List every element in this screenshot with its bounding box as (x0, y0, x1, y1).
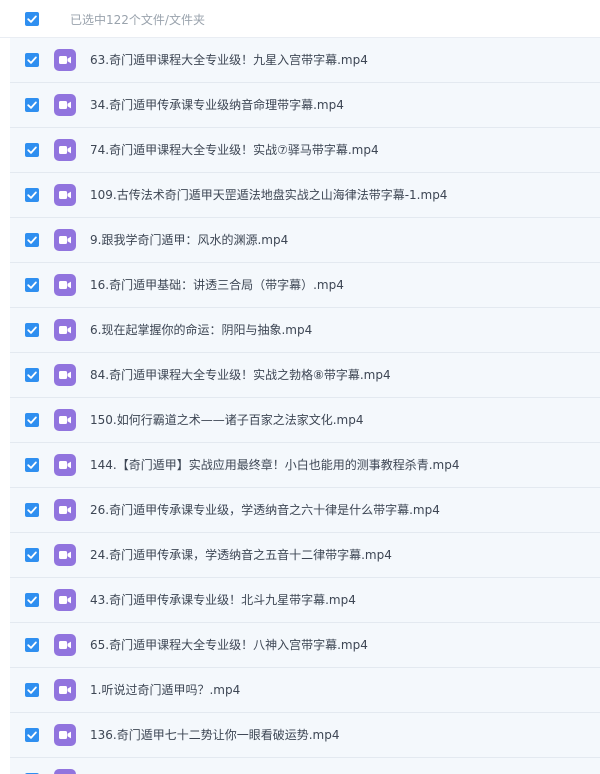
file-row[interactable]: 84.奇门遁甲课程大全专业级！实战之勃格⑧带字幕.mp4 (10, 353, 600, 398)
selection-header: 已选中122个文件/文件夹 (0, 0, 600, 38)
video-file-icon (54, 769, 76, 774)
check-icon (27, 641, 37, 649)
file-row[interactable]: 6.现在起掌握你的命运：阴阳与抽象.mp4 (10, 308, 600, 353)
file-checkbox[interactable] (25, 458, 39, 472)
file-checkbox[interactable] (25, 503, 39, 517)
file-name[interactable]: 34.奇门遁甲传承课专业级纳音命理带字幕.mp4 (90, 98, 344, 112)
video-file-icon (54, 589, 76, 611)
video-file-icon (54, 364, 76, 386)
file-row[interactable]: 43.奇门遁甲传承课专业级！北斗九星带字幕.mp4 (10, 578, 600, 623)
file-row[interactable]: 26.奇门遁甲传承课专业级，学透纳音之六十律是什么带字幕.mp4 (10, 488, 600, 533)
file-checkbox[interactable] (25, 593, 39, 607)
video-file-icon (54, 724, 76, 746)
check-icon (27, 146, 37, 154)
check-icon (27, 101, 37, 109)
check-icon (27, 56, 37, 64)
file-checkbox[interactable] (25, 368, 39, 382)
check-icon (27, 371, 37, 379)
file-row[interactable]: 63.奇门遁甲课程大全专业级！九星入宫带字幕.mp4 (10, 38, 600, 83)
video-file-icon (54, 544, 76, 566)
file-row[interactable]: 136.奇门遁甲七十二势让你一眼看破运势.mp4 (10, 713, 600, 758)
file-row[interactable]: 16.奇门遁甲基础：讲透三合局（带字幕）.mp4 (10, 263, 600, 308)
video-file-icon (54, 454, 76, 476)
select-all-checkbox[interactable] (25, 12, 39, 26)
video-file-icon (54, 229, 76, 251)
file-row[interactable]: 24.奇门遁甲传承课，学透纳音之五音十二律带字幕.mp4 (10, 533, 600, 578)
file-checkbox[interactable] (25, 188, 39, 202)
video-file-icon (54, 679, 76, 701)
file-checkbox[interactable] (25, 278, 39, 292)
check-icon (27, 506, 37, 514)
file-name[interactable]: 150.如何行霸道之术——诸子百家之法家文化.mp4 (90, 413, 363, 427)
file-list: 63.奇门遁甲课程大全专业级！九星入宫带字幕.mp4 34.奇门遁甲传承课专业级… (0, 38, 600, 774)
file-name[interactable]: 1.听说过奇门遁甲吗？.mp4 (90, 683, 240, 697)
check-icon (27, 281, 37, 289)
video-file-icon (54, 49, 76, 71)
check-icon (27, 416, 37, 424)
check-icon (27, 731, 37, 739)
file-name[interactable]: 74.奇门遁甲课程大全专业级！实战⑦驿马带字幕.mp4 (90, 143, 379, 157)
file-checkbox[interactable] (25, 638, 39, 652)
check-icon (27, 191, 37, 199)
file-checkbox[interactable] (25, 323, 39, 337)
video-file-icon (54, 319, 76, 341)
check-icon (27, 551, 37, 559)
file-name[interactable]: 84.奇门遁甲课程大全专业级！实战之勃格⑧带字幕.mp4 (90, 368, 391, 382)
file-name[interactable]: 144.【奇门遁甲】实战应用最终章！小白也能用的测事教程杀青.mp4 (90, 458, 459, 472)
file-checkbox[interactable] (25, 548, 39, 562)
video-file-icon (54, 499, 76, 521)
file-name[interactable]: 63.奇门遁甲课程大全专业级！九星入宫带字幕.mp4 (90, 53, 368, 67)
video-file-icon (54, 94, 76, 116)
file-row[interactable]: 1.听说过奇门遁甲吗？.mp4 (10, 668, 600, 713)
file-checkbox[interactable] (25, 143, 39, 157)
check-icon (27, 326, 37, 334)
file-row[interactable]: 109.古传法术奇门遁甲天罡遁法地盘实战之山海律法带字幕-1.mp4 (10, 173, 600, 218)
file-checkbox[interactable] (25, 413, 39, 427)
file-name[interactable]: 65.奇门遁甲课程大全专业级！八神入宫带字幕.mp4 (90, 638, 368, 652)
video-file-icon (54, 274, 76, 296)
file-row[interactable]: 74.奇门遁甲课程大全专业级！实战⑦驿马带字幕.mp4 (10, 128, 600, 173)
file-name[interactable]: 6.现在起掌握你的命运：阴阳与抽象.mp4 (90, 323, 312, 337)
check-icon (27, 236, 37, 244)
file-name[interactable]: 136.奇门遁甲七十二势让你一眼看破运势.mp4 (90, 728, 339, 742)
check-icon (27, 461, 37, 469)
file-checkbox[interactable] (25, 728, 39, 742)
file-checkbox[interactable] (25, 98, 39, 112)
file-name[interactable]: 26.奇门遁甲传承课专业级，学透纳音之六十律是什么带字幕.mp4 (90, 503, 440, 517)
file-row[interactable]: 34.奇门遁甲传承课专业级纳音命理带字幕.mp4 (10, 83, 600, 128)
file-name[interactable]: 9.跟我学奇门遁甲：风水的渊源.mp4 (90, 233, 288, 247)
video-file-icon (54, 634, 76, 656)
video-file-icon (54, 184, 76, 206)
check-icon (27, 15, 37, 23)
file-checkbox[interactable] (25, 683, 39, 697)
file-name[interactable]: 16.奇门遁甲基础：讲透三合局（带字幕）.mp4 (90, 278, 344, 292)
file-row[interactable]: 65.奇门遁甲课程大全专业级！八神入宫带字幕.mp4 (10, 623, 600, 668)
file-name[interactable]: 24.奇门遁甲传承课，学透纳音之五音十二律带字幕.mp4 (90, 548, 392, 562)
video-file-icon (54, 139, 76, 161)
file-list-panel: 已选中122个文件/文件夹 63.奇门遁甲课程大全专业级！九星入宫带字幕.mp4 (0, 0, 600, 774)
file-row[interactable]: 150.如何行霸道之术——诸子百家之法家文化.mp4 (10, 398, 600, 443)
selection-count-label: 已选中122个文件/文件夹 (70, 13, 205, 27)
file-row[interactable]: 144.【奇门遁甲】实战应用最终章！小白也能用的测事教程杀青.mp4 (10, 443, 600, 488)
check-icon (27, 596, 37, 604)
file-row[interactable] (10, 758, 600, 774)
file-name[interactable]: 43.奇门遁甲传承课专业级！北斗九星带字幕.mp4 (90, 593, 356, 607)
file-row[interactable]: 9.跟我学奇门遁甲：风水的渊源.mp4 (10, 218, 600, 263)
file-name[interactable]: 109.古传法术奇门遁甲天罡遁法地盘实战之山海律法带字幕-1.mp4 (90, 188, 447, 202)
video-file-icon (54, 409, 76, 431)
check-icon (27, 686, 37, 694)
file-checkbox[interactable] (25, 53, 39, 67)
file-checkbox[interactable] (25, 233, 39, 247)
